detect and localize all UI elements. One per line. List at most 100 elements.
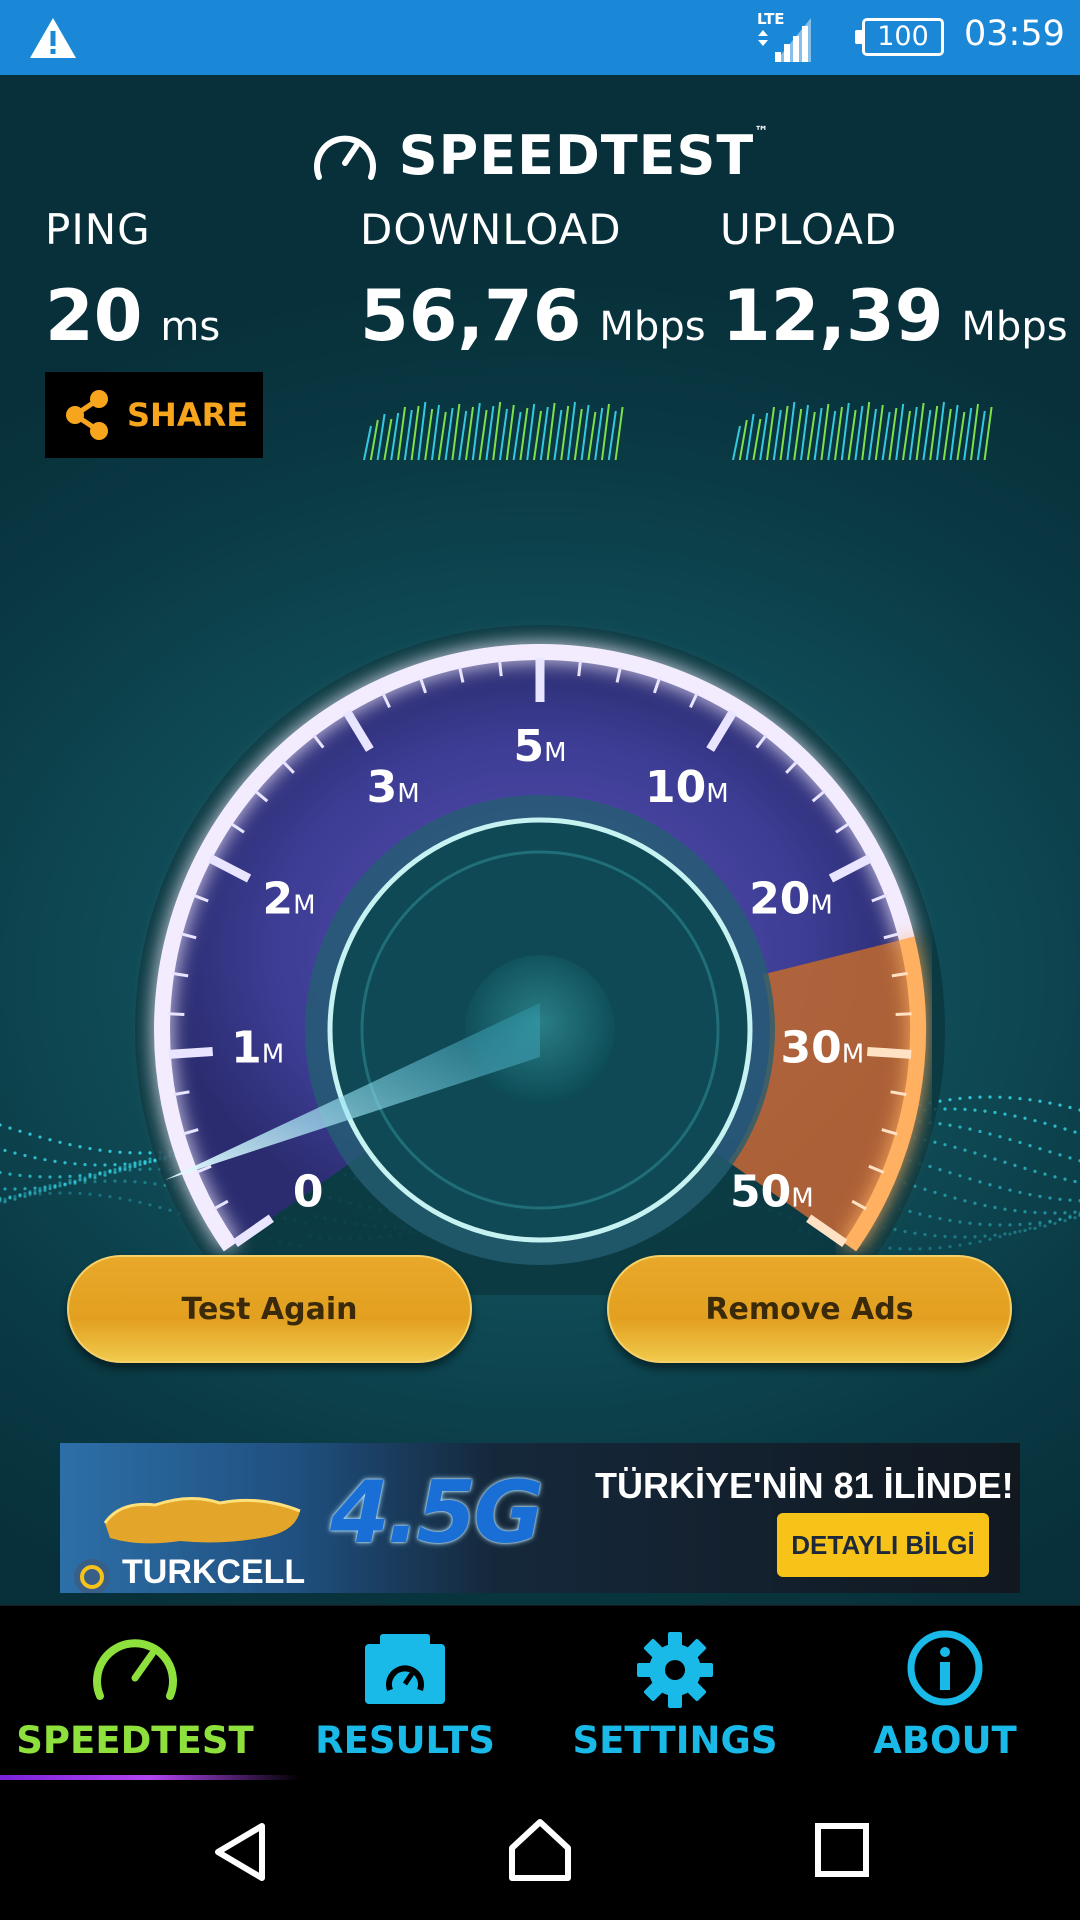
wave-dot xyxy=(1028,1222,1032,1226)
wave-dot xyxy=(33,1156,37,1160)
wave-dot xyxy=(1053,1124,1057,1128)
lte-signal-icon: LTE xyxy=(757,10,811,62)
graph-bar xyxy=(607,410,617,460)
graph-bar xyxy=(553,409,563,460)
download-graph xyxy=(363,401,624,460)
graph-bar xyxy=(779,405,789,460)
wave-dot xyxy=(1038,1194,1042,1198)
wave-dot xyxy=(1018,1222,1022,1227)
battery-indicator: 100 xyxy=(855,18,944,56)
tab-about[interactable]: ABOUT xyxy=(810,1606,1080,1781)
back-icon[interactable] xyxy=(210,1820,274,1884)
wave-dot xyxy=(48,1184,52,1188)
wave-dot xyxy=(1058,1197,1062,1201)
ad-cta-button[interactable]: DETAYLI BİLGİ xyxy=(777,1513,989,1577)
wave-dot xyxy=(3,1148,7,1153)
graph-bar xyxy=(732,425,741,460)
graph-bar xyxy=(902,410,911,460)
graph-bar xyxy=(458,410,468,460)
wave-dot xyxy=(1043,1172,1047,1176)
upload-value: 12,39 Mbps xyxy=(722,275,1068,357)
wave-dot xyxy=(23,1194,27,1199)
wave-dot xyxy=(48,1175,52,1179)
graph-bar xyxy=(417,401,427,460)
graph-bar xyxy=(601,403,610,460)
recents-icon[interactable] xyxy=(814,1822,870,1878)
gauge-major-tick xyxy=(867,1046,912,1059)
turkey-map-graphic xyxy=(103,1496,301,1544)
graph-bar xyxy=(786,401,796,460)
wave-dot xyxy=(58,1140,62,1144)
graph-bar xyxy=(793,408,803,460)
test-again-button[interactable]: Test Again xyxy=(67,1255,472,1363)
wave-dot xyxy=(18,1129,22,1133)
graph-bar xyxy=(492,401,502,460)
wave-dot xyxy=(1023,1228,1027,1233)
wave-dot xyxy=(1068,1156,1072,1160)
tab-results[interactable]: RESULTS xyxy=(270,1606,540,1781)
graph-bar xyxy=(383,418,393,460)
ad-banner[interactable]: 4.5G TÜRKİYE'NİN 81 İLİNDE! DETAYLI BİLG… xyxy=(60,1443,1020,1593)
wave-dot xyxy=(1023,1210,1027,1214)
graph-bar xyxy=(868,408,877,460)
share-button[interactable]: SHARE xyxy=(45,372,263,458)
graph-bar xyxy=(478,409,488,460)
wave-dot xyxy=(53,1185,57,1189)
wave-dot xyxy=(1043,1121,1047,1125)
download-label: DOWNLOAD xyxy=(360,205,622,254)
wave-dot xyxy=(13,1197,17,1201)
graph-bar xyxy=(560,405,570,460)
graph-bar xyxy=(861,401,871,460)
graph-bar xyxy=(390,412,400,460)
wave-dot xyxy=(1028,1226,1032,1230)
warning-icon xyxy=(30,18,76,58)
graph-bar xyxy=(772,409,782,460)
graph-bar xyxy=(766,406,775,460)
wave-dot xyxy=(43,1158,47,1162)
graph-bar xyxy=(533,410,542,460)
wave-dot xyxy=(33,1189,37,1193)
app-logo: SPEEDTEST™ xyxy=(0,115,1080,195)
wave-dot xyxy=(1073,1216,1077,1220)
wave-dot xyxy=(28,1193,32,1197)
graph-bar xyxy=(403,409,413,460)
graph-bar xyxy=(567,401,576,460)
graph-bar xyxy=(888,407,898,460)
clock: 03:59 xyxy=(964,14,1065,54)
wave-dot xyxy=(3,1187,7,1191)
remove-ads-button[interactable]: Remove Ads xyxy=(607,1255,1012,1363)
wave-dot xyxy=(1073,1210,1077,1214)
wave-dot xyxy=(1033,1119,1037,1123)
bottom-nav: SPEEDTEST RESULTS SETTINGS ABOUT xyxy=(0,1605,1080,1781)
wave-dot xyxy=(3,1197,7,1201)
wave-dot xyxy=(1018,1229,1022,1233)
speed-gauge: 01M2M3M5M10M20M30M50M xyxy=(135,625,945,1295)
ping-value: 20 ms xyxy=(45,275,221,357)
graph-bar xyxy=(369,419,379,460)
ad-45g-logo: 4.5G xyxy=(330,1463,544,1563)
wave-dot xyxy=(1043,1224,1047,1228)
wave-dot xyxy=(8,1196,12,1200)
wave-dot xyxy=(58,1181,62,1185)
graph-bar xyxy=(451,403,461,460)
graph-bar xyxy=(759,412,769,460)
graph-bar xyxy=(410,405,420,460)
wave-dot xyxy=(23,1192,27,1196)
tab-settings-label: SETTINGS xyxy=(572,1719,778,1762)
home-icon[interactable] xyxy=(506,1816,574,1884)
wave-dot xyxy=(23,1187,27,1191)
gauge-major-tick xyxy=(168,1046,213,1059)
graph-bar xyxy=(505,404,515,460)
wave-dot xyxy=(53,1159,57,1163)
graph-bar xyxy=(915,402,925,460)
wave-dot xyxy=(1023,1116,1027,1120)
wave-dot xyxy=(18,1194,22,1198)
graph-bar xyxy=(820,403,830,460)
tab-settings[interactable]: SETTINGS xyxy=(540,1606,810,1781)
wave-dot xyxy=(1033,1210,1037,1215)
tab-speedtest[interactable]: SPEEDTEST xyxy=(0,1606,300,1781)
system-nav-bar xyxy=(0,1780,1080,1920)
wave-dot xyxy=(1018,1096,1022,1101)
graph-bar xyxy=(424,408,434,460)
wave-dot xyxy=(1063,1211,1067,1215)
